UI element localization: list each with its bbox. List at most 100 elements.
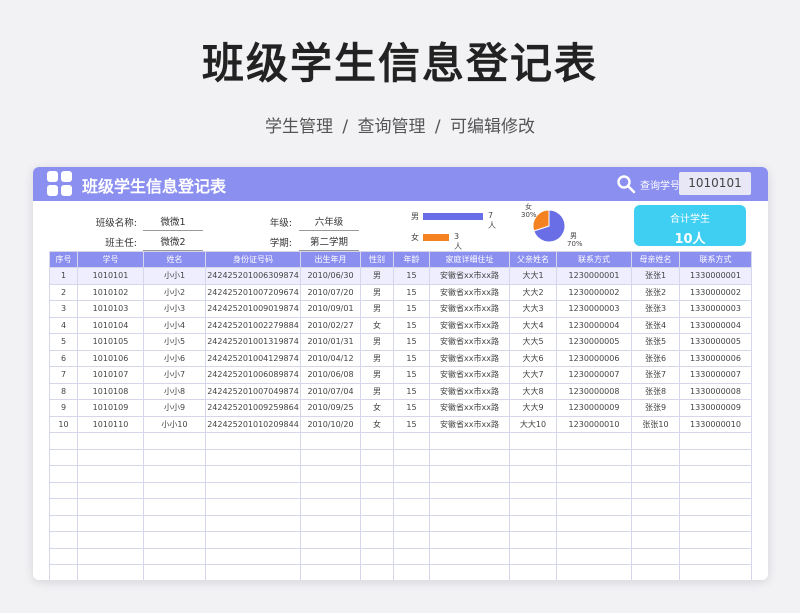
table-cell[interactable]: 2010/10/20 <box>300 415 361 433</box>
table-cell[interactable] <box>300 514 361 532</box>
table-cell[interactable]: 大大1 <box>509 267 557 285</box>
table-cell[interactable] <box>77 547 144 565</box>
search-icon[interactable] <box>616 174 636 194</box>
table-cell[interactable]: 张张4 <box>631 316 680 334</box>
table-cell[interactable] <box>631 564 680 580</box>
table-cell[interactable]: 张张9 <box>631 399 680 417</box>
table-cell[interactable]: 1010103 <box>77 300 144 318</box>
table-cell[interactable]: 大大2 <box>509 283 557 301</box>
table-cell[interactable]: 安徽省xx市xx路 <box>429 349 510 367</box>
table-cell[interactable]: 242425201007209674 <box>205 283 301 301</box>
table-cell[interactable]: 15 <box>393 333 430 351</box>
table-cell[interactable] <box>679 465 752 483</box>
table-cell[interactable] <box>631 481 680 499</box>
table-cell[interactable] <box>143 514 206 532</box>
table-cell[interactable]: 小小9 <box>143 399 206 417</box>
table-cell[interactable]: 1010104 <box>77 316 144 334</box>
table-cell[interactable] <box>631 547 680 565</box>
table-cell[interactable] <box>300 465 361 483</box>
table-cell[interactable] <box>679 448 752 466</box>
table-cell[interactable] <box>77 465 144 483</box>
table-cell[interactable] <box>300 481 361 499</box>
table-row[interactable]: 6 1010106 小小6 242425201004129874 2010/04/12 男… <box>49 349 752 367</box>
table-cell[interactable]: 安徽省xx市xx路 <box>429 382 510 400</box>
table-cell[interactable]: 6 <box>49 349 78 367</box>
table-cell[interactable]: 242425201006089874 <box>205 366 301 384</box>
empty-row[interactable] <box>49 448 752 466</box>
table-cell[interactable] <box>429 432 510 450</box>
table-cell[interactable]: 安徽省xx市xx路 <box>429 366 510 384</box>
table-cell[interactable] <box>509 465 557 483</box>
table-cell[interactable]: 2010/04/12 <box>300 349 361 367</box>
table-cell[interactable]: 1230000004 <box>556 316 632 334</box>
table-cell[interactable]: 242425201010209844 <box>205 415 301 433</box>
table-cell[interactable]: 242425201009259864 <box>205 399 301 417</box>
table-cell[interactable]: 2010/06/08 <box>300 366 361 384</box>
table-cell[interactable]: 2010/01/31 <box>300 333 361 351</box>
table-cell[interactable] <box>77 432 144 450</box>
table-cell[interactable] <box>556 481 632 499</box>
table-cell[interactable]: 男 <box>360 300 394 318</box>
table-cell[interactable]: 15 <box>393 399 430 417</box>
table-cell[interactable] <box>509 448 557 466</box>
table-cell[interactable]: 女 <box>360 415 394 433</box>
table-cell[interactable] <box>205 432 301 450</box>
column-header[interactable]: 家庭详细住址 <box>429 251 510 268</box>
table-cell[interactable] <box>205 547 301 565</box>
table-cell[interactable]: 男 <box>360 283 394 301</box>
table-cell[interactable]: 1010101 <box>77 267 144 285</box>
column-header[interactable]: 姓名 <box>143 251 206 268</box>
table-row[interactable]: 1 1010101 小小1 242425201006309874 2010/06/30 男… <box>49 267 752 285</box>
table-row[interactable]: 10 1010110 小小10 242425201010209844 2010/10/2… <box>49 415 752 433</box>
table-cell[interactable]: 242425201007049874 <box>205 382 301 400</box>
empty-row[interactable] <box>49 481 752 499</box>
table-cell[interactable]: 242425201001319874 <box>205 333 301 351</box>
table-cell[interactable]: 1230000007 <box>556 366 632 384</box>
table-cell[interactable]: 7 <box>49 366 78 384</box>
table-cell[interactable] <box>360 432 394 450</box>
table-cell[interactable] <box>143 432 206 450</box>
table-cell[interactable] <box>360 514 394 532</box>
table-cell[interactable]: 242425201002279884 <box>205 316 301 334</box>
table-cell[interactable]: 10 <box>49 415 78 433</box>
table-cell[interactable]: 男 <box>360 349 394 367</box>
table-row[interactable]: 3 1010103 小小3 242425201009019874 2010/09/01 男… <box>49 300 752 318</box>
column-header[interactable]: 序号 <box>49 251 78 268</box>
table-cell[interactable] <box>429 514 510 532</box>
table-cell[interactable]: 女 <box>360 399 394 417</box>
table-cell[interactable] <box>556 432 632 450</box>
empty-row[interactable] <box>49 498 752 516</box>
table-cell[interactable]: 张张1 <box>631 267 680 285</box>
table-cell[interactable]: 安徽省xx市xx路 <box>429 300 510 318</box>
table-cell[interactable]: 242425201006309874 <box>205 267 301 285</box>
table-cell[interactable] <box>300 432 361 450</box>
table-cell[interactable] <box>393 564 430 580</box>
table-cell[interactable] <box>509 564 557 580</box>
table-cell[interactable] <box>143 498 206 516</box>
table-cell[interactable]: 大大4 <box>509 316 557 334</box>
table-cell[interactable]: 1330000007 <box>679 366 752 384</box>
search-input[interactable]: 1010101 <box>679 172 751 195</box>
table-cell[interactable] <box>205 564 301 580</box>
table-cell[interactable]: 男 <box>360 333 394 351</box>
column-header[interactable]: 父亲姓名 <box>509 251 557 268</box>
table-cell[interactable] <box>509 498 557 516</box>
table-cell[interactable]: 15 <box>393 283 430 301</box>
table-cell[interactable] <box>393 465 430 483</box>
empty-row[interactable] <box>49 514 752 532</box>
column-header[interactable]: 出生年月 <box>300 251 361 268</box>
table-cell[interactable] <box>360 481 394 499</box>
teacher-field[interactable]: 微微2 <box>143 234 203 251</box>
column-header[interactable]: 身份证号码 <box>205 251 301 268</box>
table-cell[interactable]: 15 <box>393 300 430 318</box>
table-cell[interactable]: 1010109 <box>77 399 144 417</box>
table-cell[interactable]: 1230000003 <box>556 300 632 318</box>
table-cell[interactable]: 15 <box>393 366 430 384</box>
table-cell[interactable] <box>300 448 361 466</box>
table-cell[interactable] <box>679 432 752 450</box>
table-cell[interactable] <box>429 547 510 565</box>
table-cell[interactable] <box>509 547 557 565</box>
table-cell[interactable]: 1010110 <box>77 415 144 433</box>
table-cell[interactable] <box>49 498 78 516</box>
table-cell[interactable]: 2010/09/01 <box>300 300 361 318</box>
